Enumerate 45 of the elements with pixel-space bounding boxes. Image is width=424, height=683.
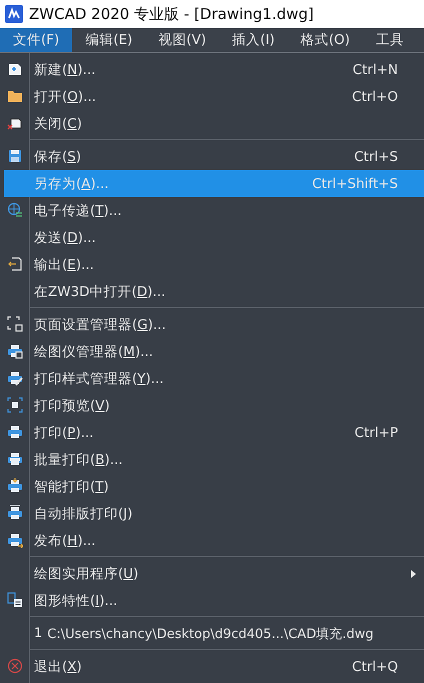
menu-item[interactable]: 智能打印(T) bbox=[0, 473, 424, 500]
app-logo-icon bbox=[5, 5, 23, 23]
menu-item[interactable]: 关闭(C) bbox=[0, 110, 424, 137]
publish-icon bbox=[7, 532, 23, 548]
properties-icon bbox=[7, 592, 23, 608]
menu-bar-item[interactable]: 格式(O) bbox=[288, 28, 363, 52]
menu-item[interactable]: 新建(N)... Ctrl+N bbox=[0, 56, 424, 83]
menu-item[interactable]: 批量打印(B)... bbox=[0, 446, 424, 473]
menu-item[interactable]: 绘图实用程序(U) bbox=[0, 560, 424, 587]
menu-bar-item[interactable]: 文件(F) bbox=[0, 28, 72, 52]
save-icon bbox=[7, 148, 23, 164]
menu-item[interactable]: 绘图仪管理器(M)... bbox=[0, 338, 424, 365]
page-setup-icon bbox=[7, 316, 23, 332]
window-title: ZWCAD 2020 专业版 - [Drawing1.dwg] bbox=[29, 4, 314, 24]
menu-bar-item[interactable]: 工具 bbox=[362, 28, 417, 52]
menu-item[interactable]: 发送(D)... bbox=[0, 224, 424, 251]
printer-icon bbox=[7, 424, 23, 440]
menu-item[interactable]: 自动排版打印(J) bbox=[0, 500, 424, 527]
print-style-icon bbox=[7, 370, 23, 386]
smart-print-icon bbox=[7, 478, 23, 494]
plotter-icon bbox=[7, 343, 23, 359]
menu-item[interactable]: 打印预览(V) bbox=[0, 392, 424, 419]
menu-item[interactable]: 在ZW3D中打开(D)... bbox=[0, 278, 424, 305]
menu-item[interactable]: 发布(H)... bbox=[0, 527, 424, 554]
recent-file-item[interactable]: 1 C:\Users\chancy\Desktop\d9cd405...\CAD填充.dwg bbox=[0, 620, 424, 647]
folder-icon bbox=[7, 88, 23, 104]
menu-item[interactable]: 图形特性(I)... bbox=[0, 587, 424, 614]
menu-item[interactable]: 电子传递(T)... bbox=[0, 197, 424, 224]
menu-item[interactable]: 输出(E)... bbox=[0, 251, 424, 278]
auto-layout-print-icon bbox=[7, 505, 23, 521]
menu-item[interactable]: 打印(P)... Ctrl+P bbox=[0, 419, 424, 446]
menu-item[interactable]: 页面设置管理器(G)... bbox=[0, 311, 424, 338]
export-icon bbox=[7, 256, 23, 272]
globe-icon bbox=[7, 202, 23, 218]
menu-item[interactable]: 打印样式管理器(Y)... bbox=[0, 365, 424, 392]
menu-bar-item[interactable]: 插入(I) bbox=[219, 28, 288, 52]
menu-bar-item[interactable]: 视图(V) bbox=[145, 28, 220, 52]
new-file-icon bbox=[7, 61, 23, 77]
exit-icon bbox=[7, 658, 23, 674]
print-preview-icon bbox=[7, 397, 23, 413]
menu-item[interactable]: 打开(O)... Ctrl+O bbox=[0, 83, 424, 110]
menu-bar-item[interactable]: 编辑(E) bbox=[72, 28, 146, 52]
menu-item[interactable]: 退出(X) Ctrl+Q bbox=[0, 653, 424, 680]
menu-item[interactable]: 保存(S) Ctrl+S bbox=[0, 143, 424, 170]
batch-print-icon bbox=[7, 451, 23, 467]
